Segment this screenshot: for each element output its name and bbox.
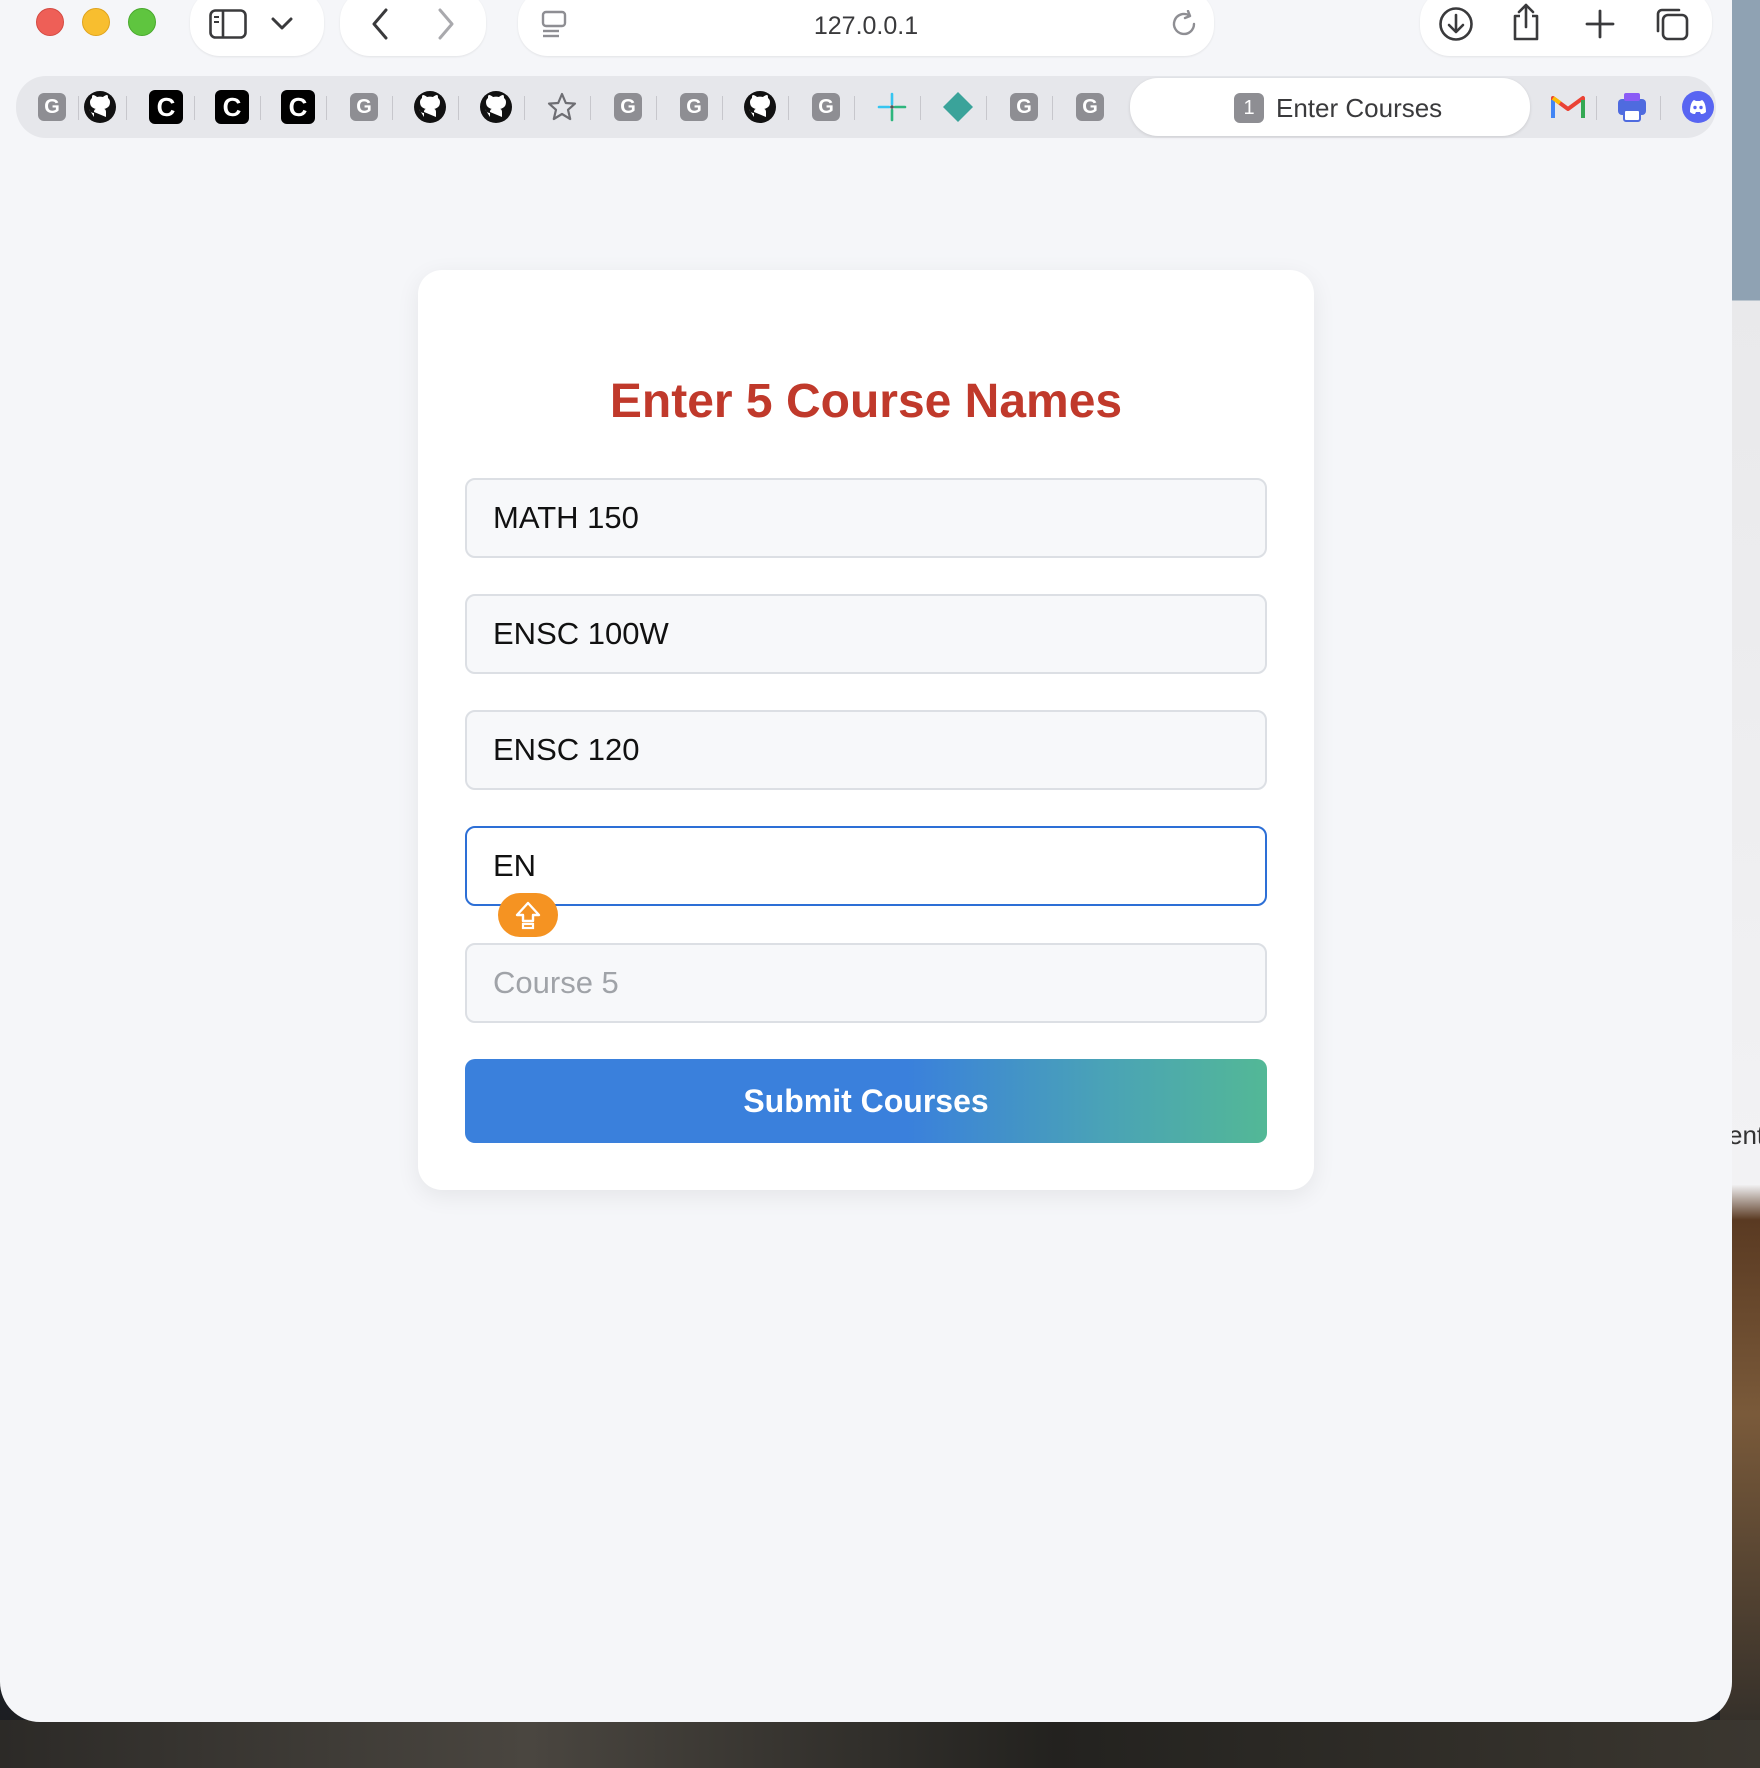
favorites-divider bbox=[78, 96, 79, 120]
download-icon[interactable] bbox=[1434, 2, 1478, 46]
favorite-g-icon[interactable]: G bbox=[808, 89, 844, 125]
g-favicon-label: G bbox=[1076, 93, 1104, 121]
favorites-divider bbox=[788, 96, 789, 120]
tab-overview-icon[interactable] bbox=[1650, 2, 1694, 46]
active-tab[interactable]: 1 Enter Courses bbox=[1130, 78, 1530, 136]
sidebar-icon[interactable] bbox=[208, 4, 248, 44]
favorite-g-icon[interactable]: G bbox=[1072, 89, 1108, 125]
back-arrow-icon[interactable] bbox=[360, 4, 400, 44]
github-icon[interactable] bbox=[412, 89, 448, 125]
desktop-background-bottom bbox=[0, 1720, 1760, 1768]
favorites-divider bbox=[1660, 96, 1661, 120]
favorites-divider bbox=[986, 96, 987, 120]
reload-icon[interactable] bbox=[1164, 4, 1204, 44]
diamond-icon[interactable] bbox=[940, 89, 976, 125]
url-text: 127.0.0.1 bbox=[813, 12, 919, 40]
c-favicon-label: C bbox=[149, 90, 183, 124]
favorites-divider bbox=[920, 96, 921, 120]
favorite-g-icon[interactable]: G bbox=[1006, 89, 1042, 125]
c-favicon-label: C bbox=[281, 90, 315, 124]
g-favicon-label: G bbox=[614, 93, 642, 121]
course-form-card: Enter 5 Course Names Submit Courses bbox=[418, 270, 1314, 1190]
favorites-divider bbox=[194, 96, 195, 120]
favorites-divider bbox=[260, 96, 261, 120]
forward-arrow-icon[interactable] bbox=[426, 4, 466, 44]
g-favicon-label: G bbox=[350, 93, 378, 121]
github-icon[interactable] bbox=[478, 89, 514, 125]
tab-count-badge: 1 bbox=[1234, 93, 1264, 123]
minimize-window-button[interactable] bbox=[82, 8, 110, 36]
toolbar-actions bbox=[1420, 0, 1712, 56]
favorites-divider bbox=[326, 96, 327, 120]
tab-title: Enter Courses bbox=[1276, 93, 1443, 123]
chevron-down-icon[interactable] bbox=[266, 8, 298, 40]
favorites-divider bbox=[656, 96, 657, 120]
background-window-text: ent bbox=[1728, 1120, 1760, 1150]
gmail-icon[interactable] bbox=[1550, 89, 1586, 125]
favorites-divider bbox=[392, 96, 393, 120]
discord-icon[interactable] bbox=[1680, 89, 1716, 125]
favorite-g-icon[interactable]: G bbox=[676, 89, 712, 125]
sidebar-toggle-group bbox=[190, 0, 324, 56]
c-favicon-icon[interactable]: C bbox=[280, 89, 316, 125]
favorite-g-icon[interactable]: G bbox=[610, 89, 646, 125]
favorites-divider bbox=[126, 96, 127, 120]
g-favicon-label: G bbox=[812, 93, 840, 121]
c-favicon-icon[interactable]: C bbox=[148, 89, 184, 125]
favorites-bar: G C C C G G G G G G 1 Enter Courses bbox=[16, 76, 1716, 138]
favorites-divider bbox=[854, 96, 855, 120]
g-favicon-label: G bbox=[1010, 93, 1038, 121]
favorites-divider bbox=[722, 96, 723, 120]
c-favicon-icon[interactable]: C bbox=[214, 89, 250, 125]
c-favicon-label: C bbox=[215, 90, 249, 124]
favorite-g-icon[interactable]: G bbox=[346, 89, 382, 125]
course-2-input[interactable] bbox=[465, 594, 1267, 674]
submit-courses-button[interactable]: Submit Courses bbox=[465, 1059, 1267, 1143]
favorites-divider bbox=[590, 96, 591, 120]
caps-lock-icon bbox=[498, 893, 558, 937]
printer-icon[interactable] bbox=[1614, 89, 1650, 125]
maximize-window-button[interactable] bbox=[128, 8, 156, 36]
favorites-divider bbox=[1052, 96, 1053, 120]
favorites-divider bbox=[1596, 96, 1597, 120]
course-3-input[interactable] bbox=[465, 710, 1267, 790]
github-icon[interactable] bbox=[742, 89, 778, 125]
star-icon[interactable] bbox=[544, 89, 580, 125]
favorites-divider bbox=[458, 96, 459, 120]
slack-icon[interactable] bbox=[874, 89, 910, 125]
course-4-input[interactable] bbox=[465, 826, 1267, 906]
new-tab-plus-icon[interactable] bbox=[1578, 2, 1622, 46]
favorite-g-icon[interactable]: G bbox=[34, 89, 70, 125]
close-window-button[interactable] bbox=[36, 8, 64, 36]
browser-toolbar: 127.0.0.1 bbox=[0, 0, 1732, 68]
github-icon[interactable] bbox=[82, 89, 118, 125]
page-title: Enter 5 Course Names bbox=[609, 375, 1123, 428]
share-icon[interactable] bbox=[1504, 0, 1548, 46]
favorites-divider bbox=[524, 96, 525, 120]
address-bar[interactable]: 127.0.0.1 bbox=[518, 0, 1214, 56]
browser-window: 127.0.0.1 G C C C G G G G G G 1 Enter Co… bbox=[0, 0, 1732, 1722]
navigation-group bbox=[340, 0, 486, 56]
course-1-input[interactable] bbox=[465, 478, 1267, 558]
course-5-input[interactable] bbox=[465, 943, 1267, 1023]
g-favicon-label: G bbox=[680, 93, 708, 121]
g-favicon-label: G bbox=[38, 93, 66, 121]
